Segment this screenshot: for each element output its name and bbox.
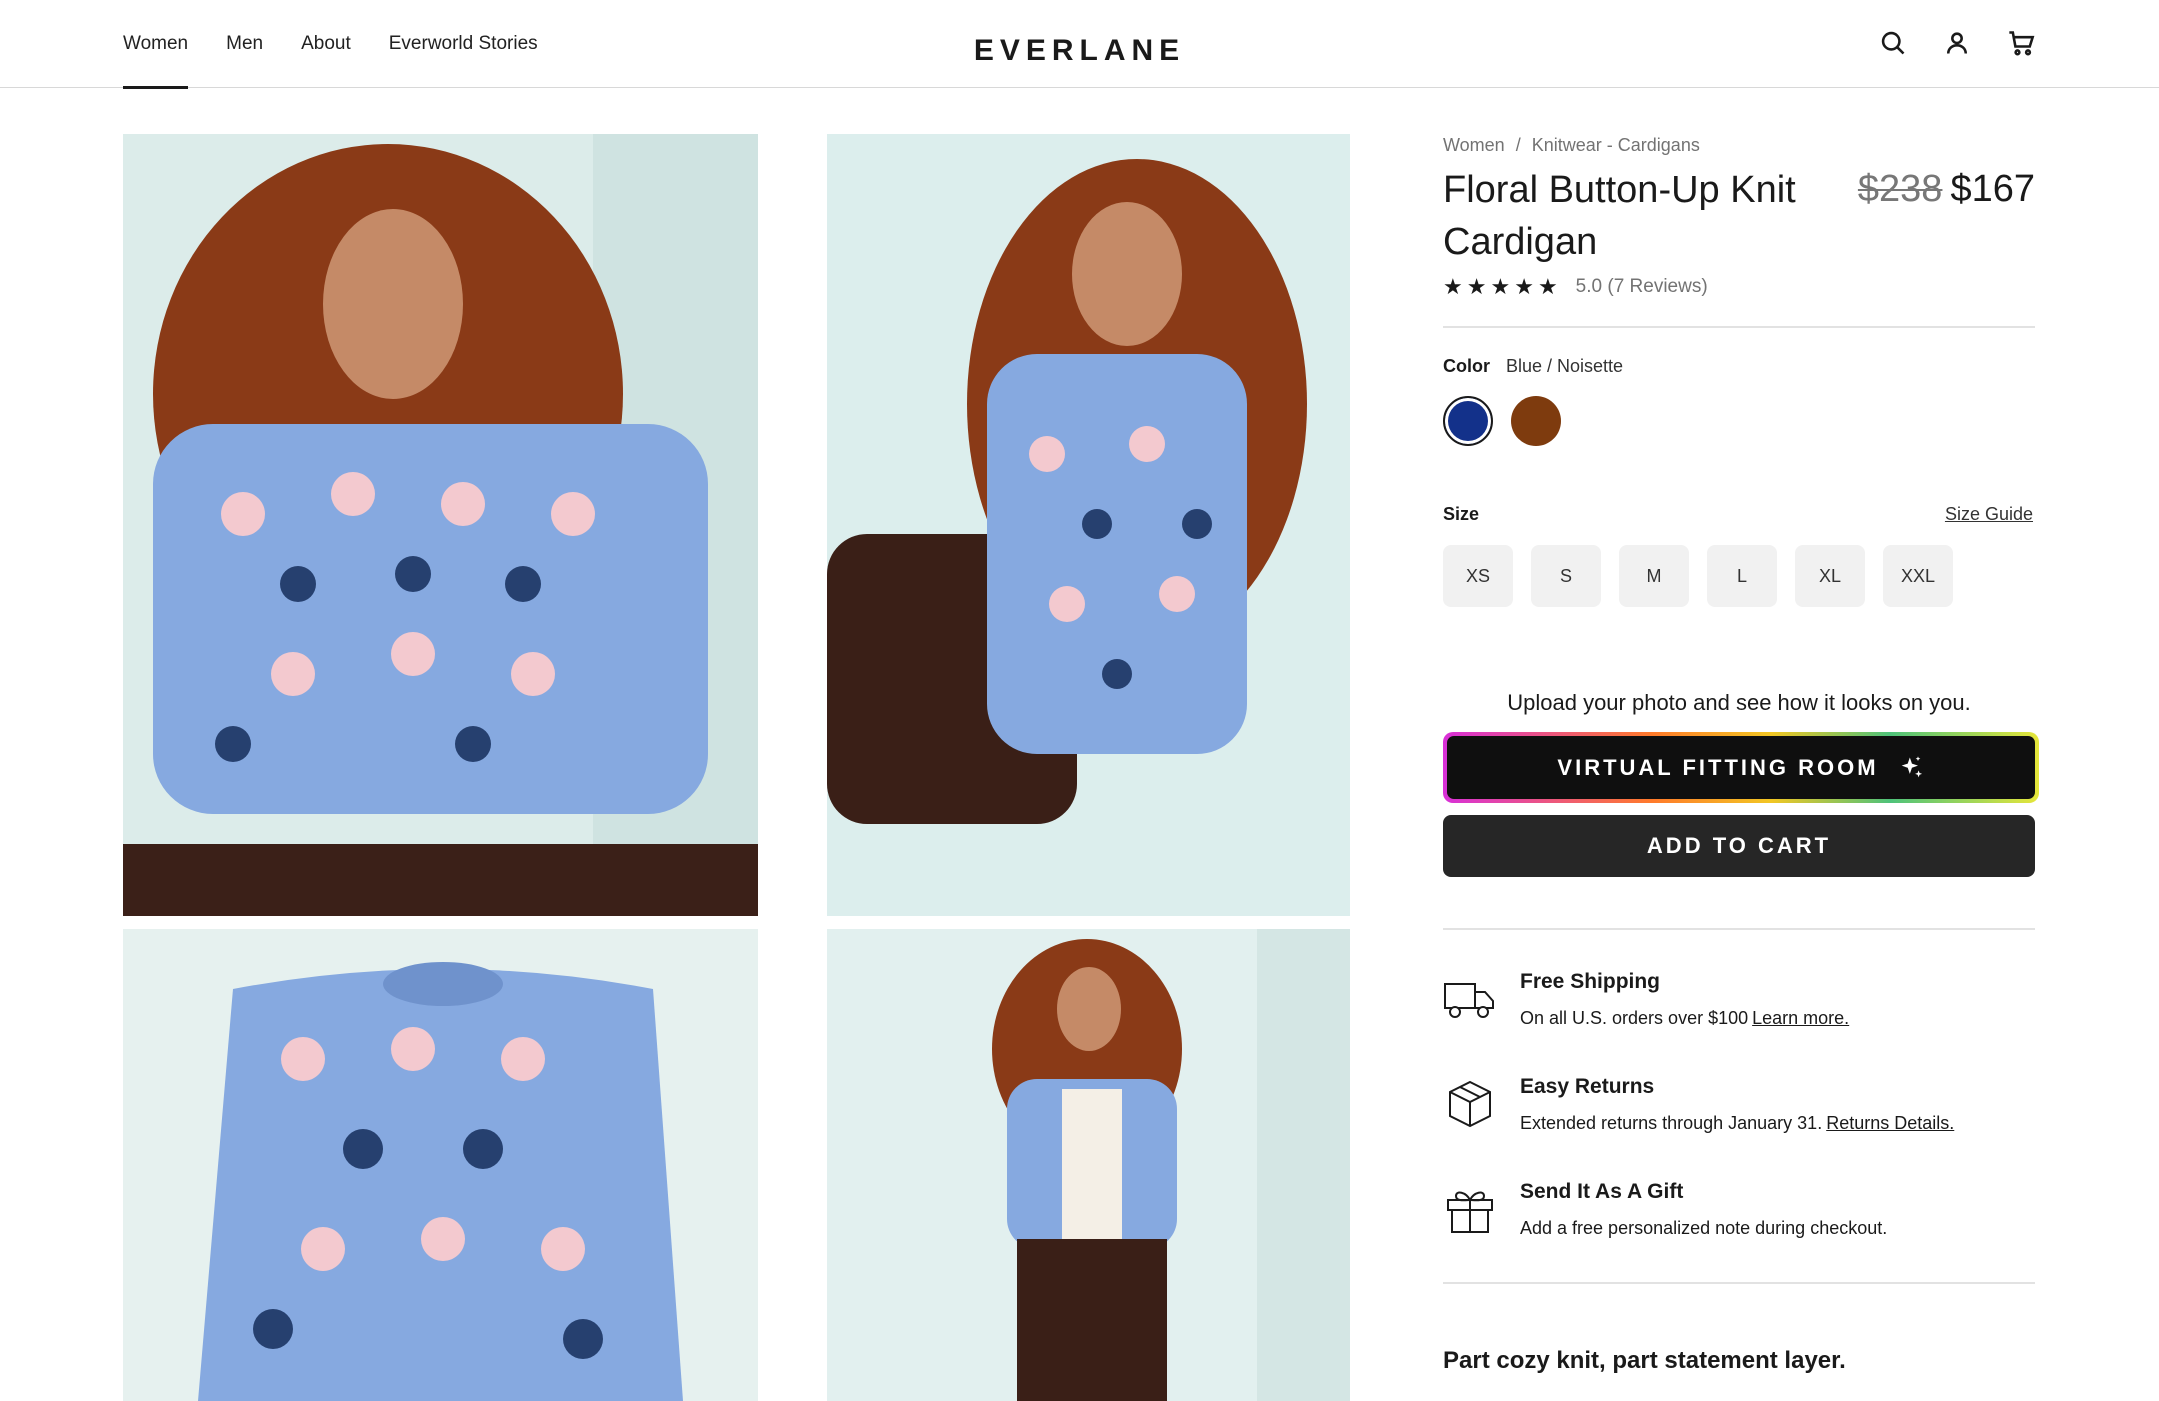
- color-selector-label: Color Blue / Noisette: [1443, 356, 1623, 377]
- everlane-logo[interactable]: EVERLANE: [974, 34, 1185, 67]
- product-image-flat[interactable]: [123, 929, 758, 1401]
- size-option-m[interactable]: M: [1619, 545, 1689, 607]
- site-header: Women Men About Everworld Stories EVERLA…: [0, 0, 2159, 89]
- breadcrumb-separator: /: [1515, 135, 1521, 155]
- nav-everworld-stories[interactable]: Everworld Stories: [389, 0, 538, 88]
- virtual-fitting-room-inner: VIRTUAL FITTING ROOM: [1447, 736, 2035, 799]
- size-option-xxl[interactable]: XXL: [1883, 545, 1953, 607]
- sparkle-icon: [1901, 755, 1922, 777]
- original-price: $238: [1857, 168, 1943, 210]
- virtual-fitting-room-button[interactable]: VIRTUAL FITTING ROOM: [1443, 732, 2039, 803]
- perk-title: Send It As A Gift: [1520, 1180, 1684, 1203]
- perk-desc: On all U.S. orders over $100 Learn more.: [1520, 1008, 1849, 1029]
- star-rating: ★ ★ ★ ★ ★: [1443, 276, 1558, 298]
- returns-details-link[interactable]: Returns Details.: [1826, 1113, 1954, 1133]
- perk-title: Easy Returns: [1520, 1075, 1655, 1098]
- upload-photo-prompt: Upload your photo and see how it looks o…: [1507, 690, 1971, 715]
- product-image-full-length[interactable]: [827, 929, 1350, 1401]
- star-icon: ★: [1466, 274, 1487, 299]
- product-image-front[interactable]: [123, 134, 758, 916]
- star-icon: ★: [1537, 274, 1558, 299]
- product-price: $238 $167: [1858, 168, 2035, 211]
- color-label: Color: [1443, 356, 1490, 376]
- star-icon: ★: [1514, 274, 1534, 299]
- perk-desc-text: Extended returns through January 31.: [1520, 1113, 1823, 1133]
- divider: [1443, 326, 2035, 328]
- size-option-l[interactable]: L: [1707, 545, 1777, 607]
- star-icon: ★: [1490, 274, 1511, 299]
- size-options: XS S M L XL XXL: [1443, 545, 1953, 607]
- product-title: Floral Button-Up Knit Cardigan: [1443, 169, 1796, 263]
- selected-color-name: Blue / Noisette: [1506, 356, 1624, 376]
- size-option-xs[interactable]: XS: [1443, 545, 1513, 607]
- divider: [1443, 1282, 2035, 1284]
- header-icons: [1878, 28, 2036, 58]
- add-to-cart-button[interactable]: ADD TO CART: [1443, 815, 2035, 877]
- size-label: Size: [1443, 504, 1480, 524]
- account-icon[interactable]: [1942, 28, 1972, 58]
- product-image-seated[interactable]: [827, 134, 1350, 916]
- size-option-xl[interactable]: XL: [1795, 545, 1865, 607]
- size-guide-link[interactable]: Size Guide: [1945, 504, 2033, 525]
- search-icon[interactable]: [1878, 28, 1908, 58]
- size-option-s[interactable]: S: [1531, 545, 1601, 607]
- sale-price: $167: [1950, 168, 2035, 210]
- nav-about[interactable]: About: [301, 0, 351, 88]
- truck-icon: [1443, 974, 1497, 1024]
- color-swatch-noisette[interactable]: [1511, 396, 1561, 446]
- learn-more-link[interactable]: Learn more.: [1752, 1008, 1849, 1028]
- virtual-fitting-room-label: VIRTUAL FITTING ROOM: [1557, 754, 1879, 780]
- gift-icon: [1443, 1184, 1497, 1234]
- breadcrumb-category[interactable]: Knitwear - Cardigans: [1532, 135, 1700, 155]
- color-swatch-blue[interactable]: [1443, 396, 1493, 446]
- reviews-link[interactable]: 5.0 (7 Reviews): [1576, 276, 1708, 298]
- perk-desc: Add a free personalized note during chec…: [1520, 1218, 1887, 1239]
- nav-women[interactable]: Women: [123, 0, 189, 89]
- product-tagline: Part cozy knit, part statement layer.: [1443, 1347, 1846, 1374]
- box-icon: [1443, 1079, 1497, 1129]
- perk-desc-text: On all U.S. orders over $100: [1520, 1008, 1749, 1028]
- product-rating: ★ ★ ★ ★ ★ 5.0 (7 Reviews): [1443, 276, 1708, 298]
- nav-men[interactable]: Men: [226, 0, 263, 88]
- color-swatches: [1443, 396, 1561, 446]
- perk-desc: Extended returns through January 31. Retu…: [1520, 1113, 1954, 1134]
- breadcrumb-women[interactable]: Women: [1443, 135, 1505, 155]
- main-nav: Women Men About Everworld Stories: [123, 0, 538, 89]
- star-icon: ★: [1443, 274, 1463, 299]
- divider: [1443, 928, 2035, 930]
- cart-icon[interactable]: [2006, 28, 2036, 58]
- breadcrumb: Women / Knitwear - Cardigans: [1443, 135, 1700, 156]
- perk-desc-text: Add a free personalized note during chec…: [1520, 1218, 1888, 1238]
- perk-title: Free Shipping: [1520, 970, 1661, 993]
